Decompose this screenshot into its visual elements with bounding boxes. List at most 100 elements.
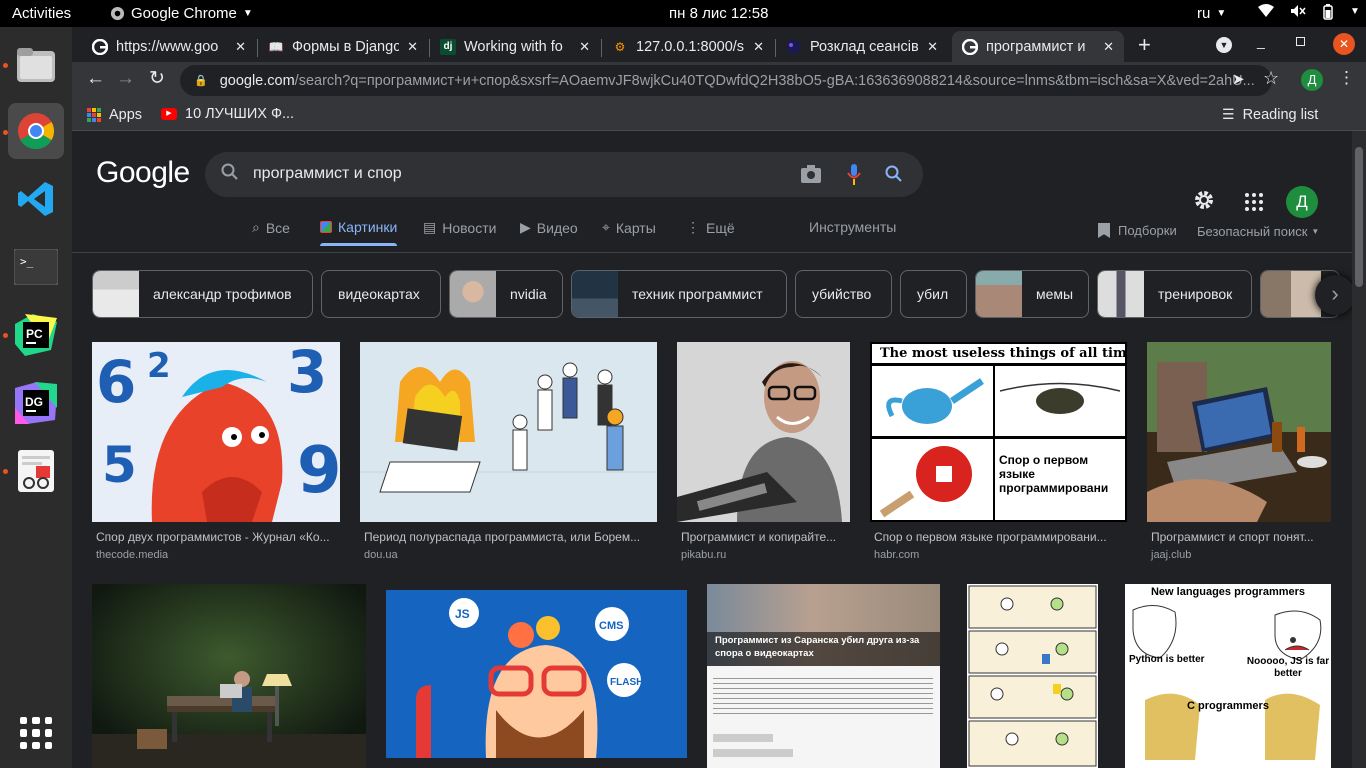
result-thumbnail <box>1147 342 1331 522</box>
tab-label: Новости <box>442 219 497 236</box>
close-icon[interactable]: ✕ <box>927 39 938 55</box>
tab-4[interactable]: ⚙ 127.0.0.1:8000/s ✕ <box>602 31 774 62</box>
datagrip-icon[interactable]: DG <box>8 375 64 431</box>
close-window-icon[interactable]: ✕ <box>1333 33 1355 55</box>
search-input[interactable]: программист и спор <box>205 152 923 197</box>
text-editor-icon[interactable] <box>8 443 64 499</box>
close-icon[interactable]: ✕ <box>753 39 764 55</box>
skill-label: FLASH <box>610 677 643 688</box>
app-menu[interactable]: Google Chrome ▼ <box>110 5 253 22</box>
result-image-5[interactable]: Программист и спорт понят... jaaj.club <box>1147 342 1331 573</box>
settings-gear-icon[interactable] <box>1193 189 1215 211</box>
close-icon[interactable]: ✕ <box>579 39 590 55</box>
result-image-1[interactable]: 6 5 2 3 9 Спор двух программистов - Журн… <box>92 342 340 573</box>
page-scrollbar[interactable] <box>1352 131 1366 768</box>
files-icon[interactable] <box>8 37 64 93</box>
result-image-8[interactable]: Программист из Саранска убил друга из-за… <box>707 584 940 768</box>
result-image-2[interactable]: Период полураспада программиста, или Бор… <box>360 342 657 573</box>
tab-search-icon[interactable]: ▼ <box>1216 37 1232 53</box>
scrollbar-thumb[interactable] <box>1355 147 1363 287</box>
google-apps-icon[interactable] <box>1245 193 1263 211</box>
result-thumbnail <box>967 584 1098 768</box>
result-image-6[interactable] <box>92 584 366 768</box>
tab-maps[interactable]: ⌖ Карты <box>602 219 656 236</box>
camera-icon[interactable] <box>801 165 821 183</box>
mic-icon[interactable] <box>847 164 861 186</box>
tab-active[interactable]: программист и ✕ <box>952 31 1124 62</box>
menu-icon[interactable]: ⋮ <box>1338 68 1355 88</box>
result-image-7[interactable]: JS CMS FLASH <box>386 590 687 758</box>
address-bar[interactable]: 🔒 google.com/search?q=программист+и+спор… <box>180 65 1272 96</box>
google-logo[interactable]: Google <box>96 156 190 190</box>
result-source: thecode.media <box>96 549 169 561</box>
result-image-3[interactable]: Программист и копирайте... pikabu.ru <box>677 342 850 573</box>
result-image-9[interactable] <box>967 584 1098 768</box>
reading-list-icon: ☰ <box>1222 106 1235 122</box>
chip-thumbnail <box>1098 271 1144 317</box>
chip-memy[interactable]: мемы <box>975 270 1089 318</box>
minimize-icon[interactable]: _ <box>1257 33 1265 49</box>
tab-news[interactable]: ▤ Новости <box>423 219 496 236</box>
vscode-icon[interactable] <box>8 171 64 227</box>
chip-ubiystvo[interactable]: убийство <box>795 270 892 318</box>
bookmark-youtube[interactable]: ▶ 10 ЛУЧШИХ Ф... <box>161 106 294 122</box>
star-icon[interactable]: ☆ <box>1263 68 1279 89</box>
send-icon[interactable]: ➤ <box>1232 70 1245 88</box>
result-image-10[interactable]: New languages programmers Python is bett… <box>1125 584 1331 768</box>
chip-trenirovok[interactable]: тренировок <box>1097 270 1252 318</box>
close-icon[interactable]: ✕ <box>235 39 246 55</box>
language-indicator[interactable]: ru ▼ <box>1197 5 1226 22</box>
reading-list-button[interactable]: ☰ Reading list <box>1222 106 1318 123</box>
meme-text: Python is better <box>1129 654 1205 665</box>
chip-ubil[interactable]: убил <box>900 270 967 318</box>
svg-text:9: 9 <box>297 434 340 508</box>
result-image-4[interactable]: The most useless things of all time. Спо… <box>870 342 1127 573</box>
maximize-icon[interactable] <box>1296 37 1305 46</box>
tools-button[interactable]: Инструменты <box>809 219 896 235</box>
chip-videokartah[interactable]: видеокартах <box>321 270 441 318</box>
chips-next-arrow[interactable]: › <box>1315 275 1352 315</box>
system-menu[interactable]: ▼ <box>1258 4 1360 20</box>
tab-2[interactable]: 📖 Формы в Django ✕ <box>258 31 428 62</box>
grid-icon <box>20 717 28 725</box>
tab-more[interactable]: ⋮ Ещё <box>686 219 735 236</box>
search-submit-icon[interactable] <box>885 165 903 183</box>
volume-icon <box>1291 5 1306 17</box>
activities-button[interactable]: Activities <box>12 5 71 22</box>
show-apps-button[interactable] <box>20 717 52 749</box>
new-tab-button[interactable]: + <box>1138 32 1151 58</box>
chip-tehnik-programmist[interactable]: техник программист <box>571 270 787 318</box>
browser-toolbar: ← → ↻ 🔒 google.com/search?q=программист+… <box>72 62 1366 99</box>
tab-all[interactable]: ⌕ Все <box>252 219 290 236</box>
pycharm-icon[interactable]: PC <box>8 307 64 363</box>
result-thumbnail: 6 5 2 3 9 <box>92 342 340 522</box>
forward-icon[interactable]: → <box>116 68 135 90</box>
tab-video[interactable]: ▶ Видео <box>520 219 578 236</box>
terminal-icon[interactable]: >_ <box>8 239 64 295</box>
url-host: google.com <box>219 72 295 89</box>
bookmark-apps[interactable]: Apps <box>87 107 142 123</box>
account-avatar[interactable]: Д <box>1286 186 1318 218</box>
back-icon[interactable]: ← <box>86 68 105 90</box>
youtube-icon: ▶ <box>161 108 177 120</box>
tab-3[interactable]: dj Working with fo ✕ <box>430 31 600 62</box>
reload-icon[interactable]: ↻ <box>149 67 165 90</box>
chip-nvidia[interactable]: nvidia <box>449 270 563 318</box>
tab-5[interactable]: Розклад сеансів ✕ <box>776 31 948 62</box>
image-cell <box>872 439 993 520</box>
tab-images[interactable]: Картинки <box>320 219 398 246</box>
result-source: dou.ua <box>364 549 398 561</box>
chip-aleksandr-trofimov[interactable]: александр трофимов <box>92 270 313 318</box>
close-icon[interactable]: ✕ <box>1103 39 1114 55</box>
tools-label: Инструменты <box>809 219 897 235</box>
battery-icon <box>1323 4 1333 20</box>
tab-1[interactable]: https://www.goo ✕ <box>82 31 256 62</box>
result-caption: Период полураспада программиста, или Бор… <box>364 530 641 544</box>
clock[interactable]: пн 8 лис 12:58 <box>669 5 768 22</box>
collections-button[interactable]: Подборки <box>1098 223 1177 238</box>
profile-avatar[interactable]: Д <box>1301 69 1323 91</box>
safe-search-dropdown[interactable]: Безопасный поиск ▼ <box>1197 224 1319 239</box>
chrome-icon[interactable] <box>8 103 64 159</box>
close-icon[interactable]: ✕ <box>407 39 418 55</box>
safe-search-label: Безопасный поиск <box>1197 224 1308 239</box>
